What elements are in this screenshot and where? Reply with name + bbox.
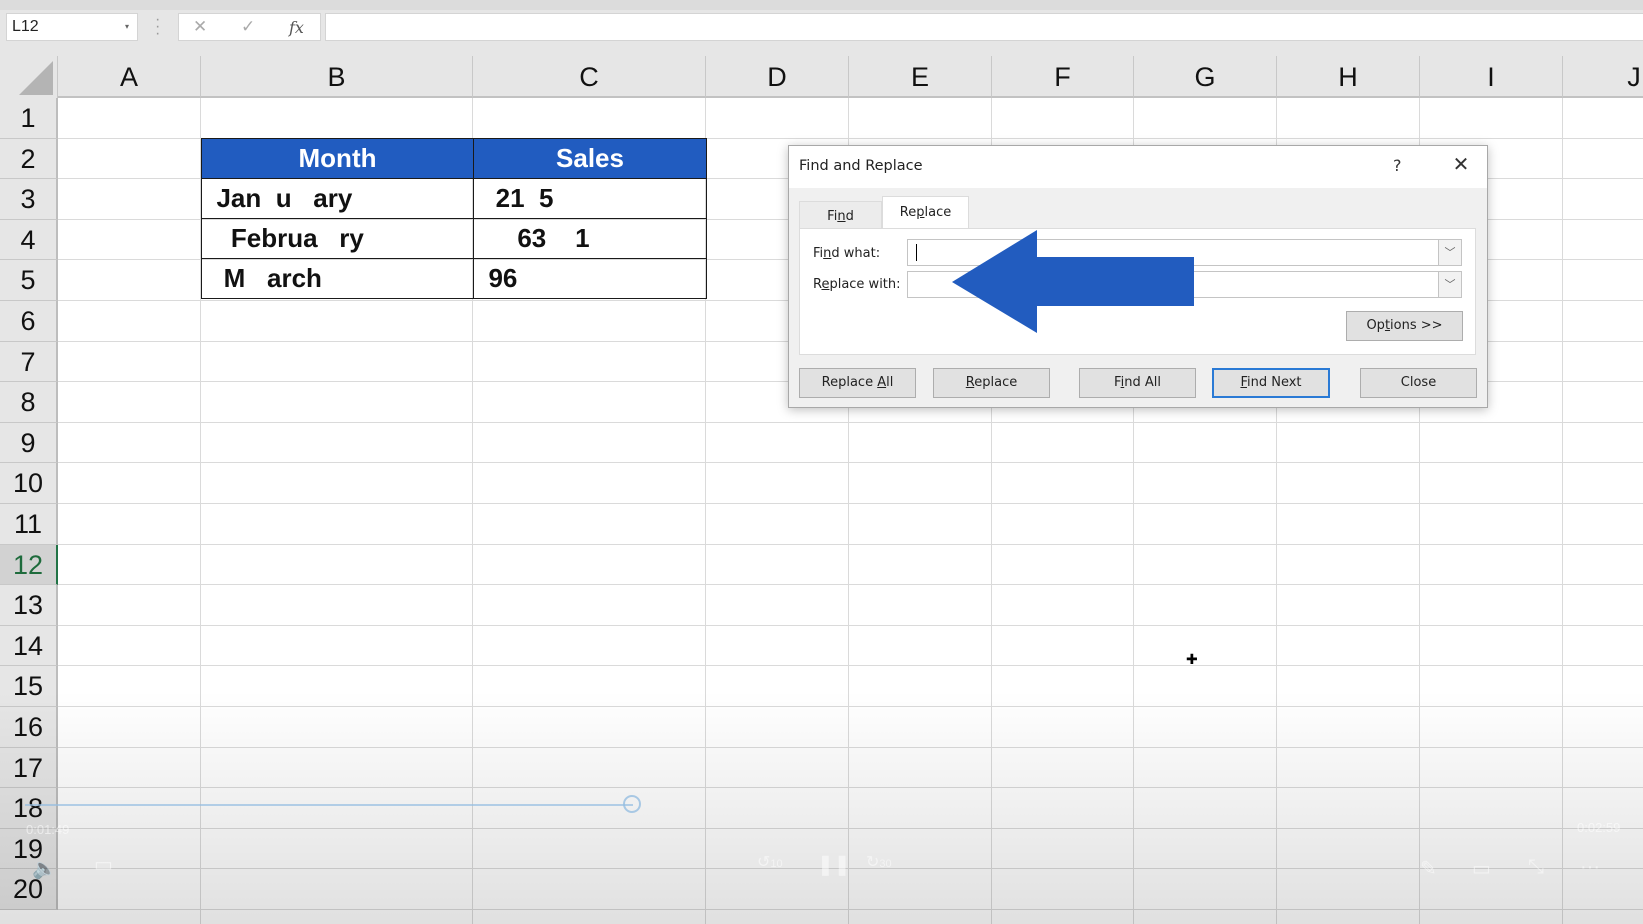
- column-header-G[interactable]: G: [1134, 56, 1277, 98]
- video-overlay: [0, 690, 1643, 924]
- row-gridline: [58, 787, 1643, 789]
- cell-C4[interactable]: 63 1: [473, 218, 707, 259]
- video-progress-bar[interactable]: [25, 804, 633, 806]
- table-row: M arch 96: [201, 258, 707, 299]
- row-header-6[interactable]: 6: [0, 301, 58, 342]
- close-button[interactable]: Close: [1360, 368, 1477, 398]
- column-gridline: [1562, 98, 1563, 924]
- close-icon[interactable]: ✕: [1447, 152, 1475, 176]
- cell-B3[interactable]: Jan u ary: [201, 178, 474, 219]
- tab-find[interactable]: Find: [799, 201, 882, 229]
- dialog-title-bar[interactable]: Find and Replace ? ✕: [789, 146, 1487, 188]
- video-elapsed-time: 0:01:49: [26, 822, 70, 837]
- replace-all-button[interactable]: Replace All: [799, 368, 916, 398]
- more-icon[interactable]: ···: [1580, 856, 1600, 879]
- cancel-icon[interactable]: ✕: [193, 17, 207, 37]
- row-gridline: [58, 624, 1643, 626]
- rewind-icon[interactable]: ↺10: [757, 852, 783, 872]
- column-header-B[interactable]: B: [201, 56, 473, 98]
- forward-icon[interactable]: ↻30: [866, 852, 892, 872]
- options-button[interactable]: Options >>: [1346, 311, 1463, 341]
- text-caret: [916, 244, 917, 261]
- row-header-9[interactable]: 9: [0, 422, 58, 464]
- enter-icon[interactable]: ✓: [241, 17, 255, 37]
- find-what-label: Find what:: [813, 246, 881, 261]
- name-box-value: L12: [12, 18, 39, 35]
- row-header-15[interactable]: 15: [0, 666, 58, 707]
- table-header-row: Month Sales: [201, 138, 707, 179]
- formula-input[interactable]: [325, 13, 1643, 41]
- row-gridline: [58, 827, 1643, 829]
- column-header-C[interactable]: C: [473, 56, 706, 98]
- row-header-2[interactable]: 2: [0, 138, 58, 180]
- sales-table: Month Sales Jan u ary 21 5 Februa ry 63 …: [201, 138, 707, 299]
- row-header-1[interactable]: 1: [0, 98, 58, 139]
- row-header-11[interactable]: 11: [0, 504, 58, 545]
- row-header-13[interactable]: 13: [0, 585, 58, 626]
- cell-B4[interactable]: Februa ry: [201, 218, 474, 259]
- row-gridline: [58, 421, 1643, 423]
- table-row: Februa ry 63 1: [201, 218, 707, 259]
- tab-replace[interactable]: Replace: [882, 196, 969, 229]
- column-header-H[interactable]: H: [1277, 56, 1420, 98]
- select-all-triangle-icon: [19, 61, 53, 95]
- replace-button[interactable]: Replace: [933, 368, 1050, 398]
- row-header-4[interactable]: 4: [0, 219, 58, 261]
- cell-cursor-icon: ✚: [1186, 651, 1198, 667]
- cell-C3[interactable]: 21 5: [473, 178, 707, 219]
- column-header-A[interactable]: A: [58, 56, 201, 98]
- captions-icon[interactable]: ▭: [94, 852, 113, 877]
- row-gridline: [58, 706, 1643, 707]
- row-header-17[interactable]: 17: [0, 747, 58, 789]
- row-gridline: [58, 909, 1643, 910]
- column-header-I[interactable]: I: [1420, 56, 1563, 98]
- row-header-14[interactable]: 14: [0, 625, 58, 667]
- row-header-3[interactable]: 3: [0, 179, 58, 220]
- exit-fullscreen-icon[interactable]: ⤡: [1528, 856, 1544, 879]
- miniplayer-icon[interactable]: ▭: [1472, 856, 1491, 881]
- video-progress-thumb[interactable]: [623, 795, 641, 813]
- row-header-7[interactable]: 7: [0, 341, 58, 383]
- row-gridline: [58, 665, 1643, 667]
- cell-B5[interactable]: M arch: [201, 258, 474, 299]
- help-icon[interactable]: ?: [1393, 156, 1402, 175]
- cell-C5[interactable]: 96: [473, 258, 707, 299]
- name-box-dropdown-icon[interactable]: ▾: [125, 22, 129, 31]
- row-gridline: [58, 462, 1643, 464]
- row-header-12[interactable]: 12: [0, 544, 58, 586]
- dialog-title: Find and Replace: [799, 158, 923, 174]
- replace-with-label: Replace with:: [813, 277, 901, 292]
- column-header-E[interactable]: E: [849, 56, 992, 98]
- row-gridline: [58, 503, 1643, 504]
- row-header-5[interactable]: 5: [0, 260, 58, 301]
- video-total-time: 0:02:59: [1577, 820, 1621, 835]
- row-gridline: [58, 543, 1643, 545]
- column-header-F[interactable]: F: [992, 56, 1134, 98]
- pause-icon[interactable]: ❚❚: [817, 852, 851, 877]
- chevron-down-icon[interactable]: ﹀: [1438, 272, 1461, 297]
- find-all-button[interactable]: Find All: [1079, 368, 1196, 398]
- row-gridline: [58, 584, 1643, 586]
- table-row: Jan u ary 21 5: [201, 178, 707, 219]
- column-header-D[interactable]: D: [706, 56, 849, 98]
- formula-bar-area: L12 ▾ · · · ✕ ✓ fx: [0, 0, 1643, 56]
- annotation-arrow-icon: [952, 230, 1194, 333]
- formula-buttons: ✕ ✓ fx: [178, 13, 321, 41]
- chevron-down-icon[interactable]: ﹀: [1438, 240, 1461, 265]
- row-header-10[interactable]: 10: [0, 463, 58, 504]
- cell-B2[interactable]: Month: [201, 138, 474, 179]
- name-box[interactable]: L12 ▾: [6, 13, 138, 41]
- find-next-button[interactable]: Find Next: [1212, 368, 1330, 398]
- formula-bar-resize-handle[interactable]: · · ·: [155, 12, 160, 42]
- cell-C2[interactable]: Sales: [473, 138, 707, 179]
- volume-icon[interactable]: 🔈: [32, 856, 57, 881]
- ribbon-edge: [0, 0, 1643, 10]
- row-header-8[interactable]: 8: [0, 382, 58, 423]
- select-all-button[interactable]: [0, 56, 58, 98]
- insert-function-icon[interactable]: fx: [289, 18, 304, 37]
- row-gridline: [58, 746, 1643, 748]
- row-header-16[interactable]: 16: [0, 707, 58, 748]
- column-header-J[interactable]: J: [1563, 56, 1643, 98]
- pencil-icon[interactable]: ✎: [1420, 856, 1437, 881]
